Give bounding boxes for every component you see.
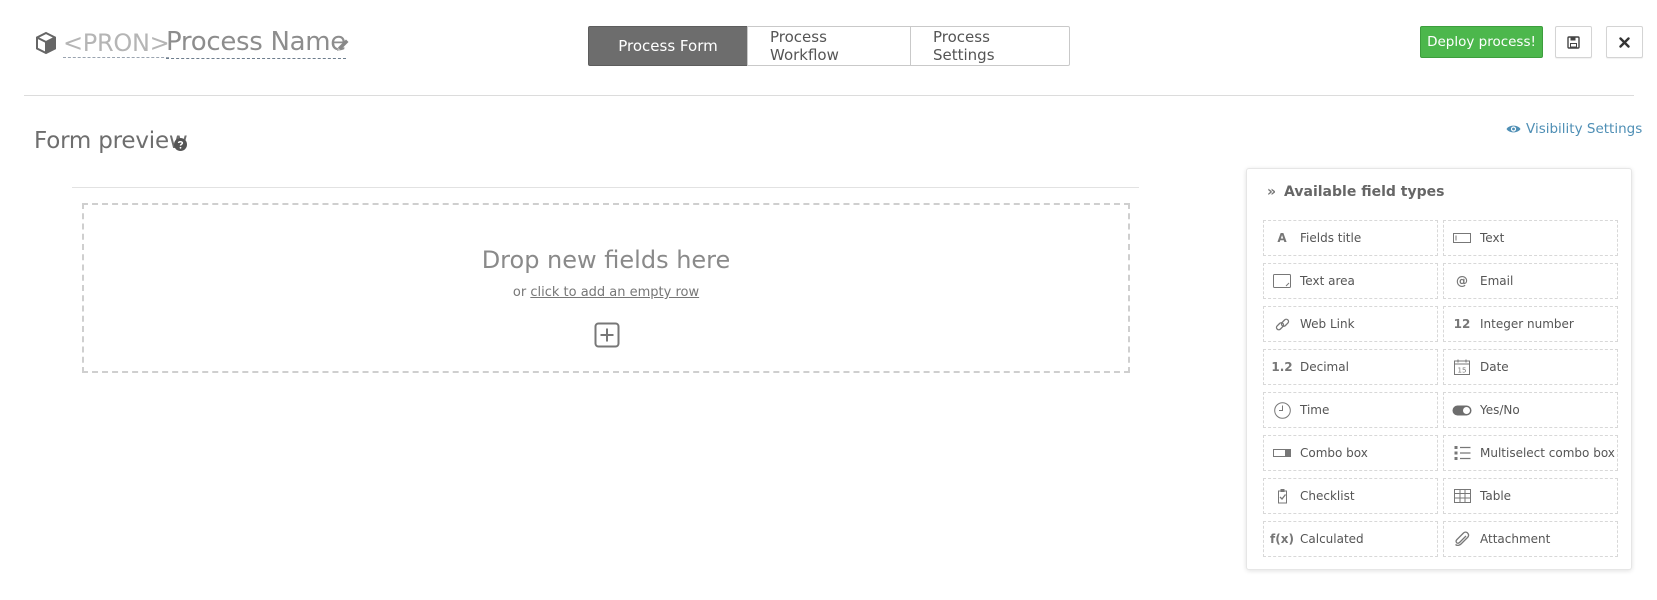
field-type-yes-no[interactable]: Yes/No — [1443, 392, 1618, 428]
text-input-icon — [1444, 233, 1480, 243]
double-chevron-right-icon: » — [1267, 184, 1277, 200]
field-type-text-area[interactable]: Text area — [1263, 263, 1438, 299]
link-icon — [1264, 317, 1300, 332]
field-type-decimal[interactable]: 1.2 Decimal — [1263, 349, 1438, 385]
tab-process-settings[interactable]: Process Settings — [910, 26, 1070, 66]
integer-icon: 12 — [1453, 317, 1471, 331]
field-type-attachment[interactable]: Attachment — [1443, 521, 1618, 557]
function-icon: f(x) — [1270, 532, 1294, 546]
add-empty-row-link[interactable]: click to add an empty row — [530, 285, 699, 300]
paperclip-icon — [1444, 530, 1480, 548]
form-preview-title: Form preview — [34, 128, 188, 154]
field-types-panel: » Available field types A Fields title T… — [1246, 168, 1632, 570]
field-type-combo-box[interactable]: Combo box — [1263, 435, 1438, 471]
field-type-label: Web Link — [1300, 317, 1355, 331]
combo-box-icon — [1264, 448, 1300, 458]
field-type-table[interactable]: Table — [1443, 478, 1618, 514]
drop-zone-subtitle: or click to add an empty row — [84, 285, 1128, 300]
field-type-time[interactable]: Time — [1263, 392, 1438, 428]
field-type-date[interactable]: 15 Date — [1443, 349, 1618, 385]
textarea-icon — [1264, 274, 1300, 288]
field-types-grid: A Fields title Text Text area @ Email We… — [1263, 220, 1618, 557]
floppy-disk-icon — [1567, 35, 1580, 49]
save-button[interactable] — [1555, 26, 1592, 58]
letter-a-icon: A — [1277, 231, 1287, 245]
field-type-label: Text area — [1300, 274, 1355, 288]
svg-text:15: 15 — [1458, 367, 1467, 375]
calendar-icon: 15 — [1444, 359, 1480, 375]
field-type-label: Integer number — [1480, 317, 1574, 331]
tab-process-form[interactable]: Process Form — [588, 26, 748, 66]
process-name-field[interactable]: Process Name — [166, 27, 346, 59]
header-bar: <PRON> Process Name Process Form Process… — [24, 0, 1643, 96]
field-type-email[interactable]: @ Email — [1443, 263, 1618, 299]
field-type-label: Table — [1480, 489, 1512, 503]
tab-process-workflow[interactable]: Process Workflow — [747, 26, 911, 66]
field-type-label: Calculated — [1300, 532, 1364, 546]
table-icon — [1444, 489, 1480, 503]
list-icon — [1444, 445, 1480, 461]
field-types-header[interactable]: » Available field types — [1267, 184, 1444, 200]
field-type-calculated[interactable]: f(x) Calculated — [1263, 521, 1438, 557]
field-type-checklist[interactable]: Checklist — [1263, 478, 1438, 514]
close-button[interactable] — [1606, 26, 1643, 58]
field-type-text[interactable]: Text — [1443, 220, 1618, 256]
field-type-label: Multiselect combo box — [1480, 446, 1615, 460]
toggle-icon — [1444, 405, 1480, 416]
field-type-label: Date — [1480, 360, 1509, 374]
field-type-multiselect-combo-box[interactable]: Multiselect combo box — [1443, 435, 1618, 471]
field-type-web-link[interactable]: Web Link — [1263, 306, 1438, 342]
visibility-settings-label: Visibility Settings — [1526, 121, 1643, 137]
drop-zone-prefix: or — [512, 285, 527, 300]
cube-icon — [36, 31, 56, 55]
deploy-process-button[interactable]: Deploy process! — [1420, 26, 1543, 58]
field-type-label: Fields title — [1300, 231, 1362, 245]
close-icon — [1619, 36, 1630, 48]
field-drop-zone[interactable]: Drop new fields here or click to add an … — [82, 203, 1130, 373]
help-icon[interactable] — [174, 138, 187, 151]
field-type-label: Yes/No — [1480, 403, 1520, 417]
field-type-label: Text — [1480, 231, 1505, 245]
divider — [72, 187, 1139, 188]
visibility-settings-link[interactable]: Visibility Settings — [1506, 121, 1642, 137]
field-type-label: Time — [1300, 403, 1330, 417]
drop-zone-title: Drop new fields here — [481, 246, 731, 274]
field-type-label: Combo box — [1300, 446, 1368, 460]
clock-icon — [1264, 401, 1300, 419]
field-type-label: Checklist — [1300, 489, 1355, 503]
field-type-integer-number[interactable]: 12 Integer number — [1443, 306, 1618, 342]
process-prefix-field[interactable]: <PRON> — [63, 29, 170, 58]
add-row-icon[interactable] — [594, 322, 620, 348]
field-types-title: Available field types — [1284, 184, 1445, 200]
field-type-label: Decimal — [1300, 360, 1349, 374]
field-type-label: Email — [1480, 274, 1514, 288]
at-sign-icon: @ — [1456, 274, 1468, 288]
process-tabs: Process Form Process Workflow Process Se… — [588, 26, 1070, 66]
field-type-fields-title[interactable]: A Fields title — [1263, 220, 1438, 256]
field-type-label: Attachment — [1480, 532, 1551, 546]
eye-icon — [1506, 125, 1521, 133]
edit-pencil-icon[interactable] — [335, 37, 351, 53]
decimal-icon: 1.2 — [1271, 360, 1293, 374]
checklist-icon — [1264, 488, 1300, 504]
